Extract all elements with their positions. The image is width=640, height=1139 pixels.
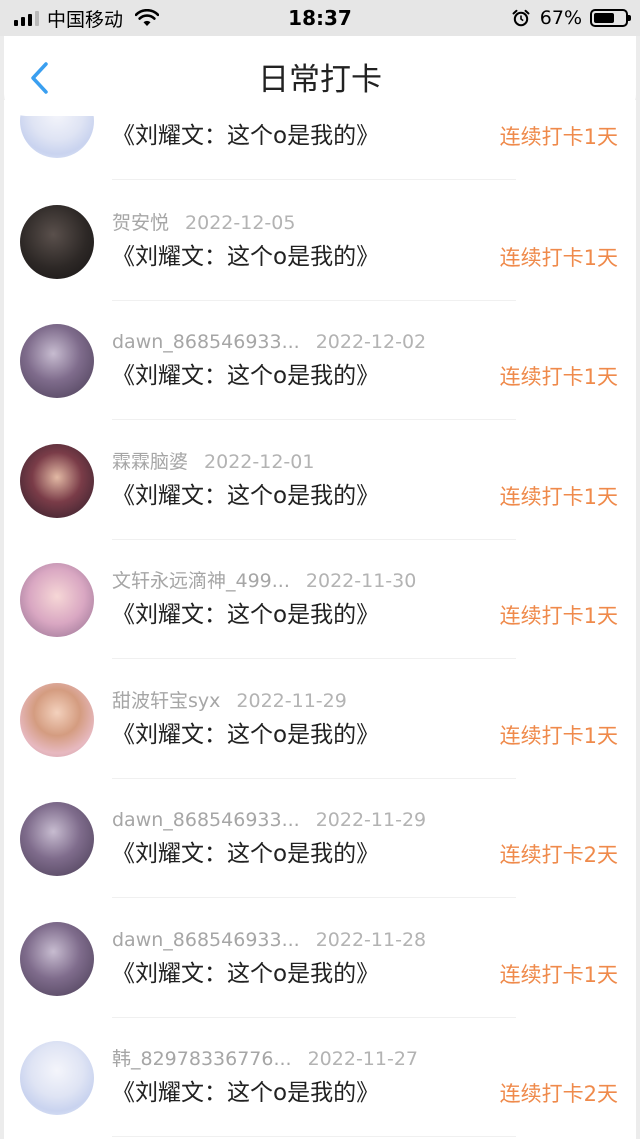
user-name[interactable]: dawn_868546933... [112,929,300,951]
checkin-row[interactable]: dawn_868546933... 2022-11-28 《刘耀文：这个o是我的》 连… [4,898,636,1018]
user-avatar[interactable] [20,683,94,757]
checkin-row[interactable]: 韩_82978336776... 2022-11-27 《刘耀文：这个o是我的》 连续… [4,1017,636,1137]
battery-level [594,13,614,23]
checkin-meta: 甜波轩宝syx 2022-11-29 [112,689,347,713]
work-title[interactable]: 《刘耀文：这个o是我的》 [112,241,379,273]
work-title[interactable]: 《刘耀文：这个o是我的》 [112,838,379,870]
checkin-date: 2022-11-30 [305,570,417,592]
user-name[interactable]: 文轩永远滴神_499... [112,570,290,592]
user-name[interactable]: 贺安悦 [112,212,169,234]
work-title[interactable]: 《刘耀文：这个o是我的》 [112,1077,379,1109]
checkin-row[interactable]: 甜波轩宝syx 2022-11-29 《刘耀文：这个o是我的》 连续打卡1天 [4,659,636,779]
row-divider [112,179,516,180]
user-name[interactable]: 甜波轩宝syx [112,690,220,712]
checkin-date: 2022-12-05 [185,212,296,234]
checkin-meta: dawn_868546933... 2022-11-28 [112,928,426,952]
work-title[interactable]: 《刘耀文：这个o是我的》 [112,958,379,990]
work-title[interactable]: 《刘耀文：这个o是我的》 [112,599,379,631]
user-avatar[interactable] [20,922,94,996]
work-title[interactable]: 《刘耀文：这个o是我的》 [112,120,379,152]
checkin-row[interactable]: dawn_868546933... 2022-12-02 《刘耀文：这个o是我的》 连… [4,300,636,420]
checkin-date: 2022-11-27 [307,1048,419,1070]
work-title[interactable]: 《刘耀文：这个o是我的》 [112,480,379,512]
streak-label: 连续打卡1天 [499,604,618,628]
nav-bar: 日常打卡 [4,36,636,116]
screen: 中国移动 18:37 67% 日常打卡 《刘耀文：这个o是我的》 连续打卡1天 … [0,0,640,1139]
streak-label: 连续打卡1天 [499,963,618,987]
checkin-meta: dawn_868546933... 2022-11-29 [112,808,426,832]
user-avatar[interactable] [20,802,94,876]
checkin-row[interactable]: dawn_868546933... 2022-11-29 《刘耀文：这个o是我的》 连… [4,778,636,898]
streak-label: 连续打卡2天 [499,1082,618,1106]
checkin-row[interactable]: 霖霖脑婆 2022-12-01 《刘耀文：这个o是我的》 连续打卡1天 [4,420,636,540]
user-avatar[interactable] [20,563,94,637]
page-title: 日常打卡 [258,62,382,98]
battery-percent: 67% [539,7,582,29]
status-bar: 中国移动 18:37 67% [0,0,640,36]
checkin-meta: 贺安悦 2022-12-05 [112,211,295,235]
user-avatar[interactable] [20,444,94,518]
streak-label: 连续打卡1天 [499,724,618,748]
checkin-date: 2022-12-01 [204,451,315,473]
checkin-date: 2022-12-02 [315,331,427,353]
checkin-list[interactable]: 《刘耀文：这个o是我的》 连续打卡1天 贺安悦 2022-12-05 《刘耀文：这个o是… [4,100,636,1139]
streak-label: 连续打卡2天 [499,843,618,867]
row-divider [112,1136,516,1137]
streak-label: 连续打卡1天 [499,485,618,509]
user-name[interactable]: dawn_868546933... [112,809,300,831]
user-name[interactable]: 霖霖脑婆 [112,451,188,473]
status-right: 67% [512,6,631,30]
streak-label: 连续打卡1天 [499,246,618,270]
streak-label: 连续打卡1天 [499,365,618,389]
checkin-date: 2022-11-29 [315,809,427,831]
checkin-date: 2022-11-28 [315,929,427,951]
checkin-row[interactable]: 文轩永远滴神_499... 2022-11-30 《刘耀文：这个o是我的》 连续打卡1… [4,539,636,659]
checkin-meta: 霖霖脑婆 2022-12-01 [112,450,314,474]
alarm-icon [512,9,530,27]
user-avatar[interactable] [20,1041,94,1115]
user-name[interactable]: dawn_868546933... [112,331,300,353]
checkin-meta: 韩_82978336776... 2022-11-27 [112,1047,418,1071]
battery-icon [590,9,631,27]
user-avatar[interactable] [20,324,94,398]
user-avatar[interactable] [20,205,94,279]
checkin-meta: 文轩永远滴神_499... 2022-11-30 [112,569,416,593]
work-title[interactable]: 《刘耀文：这个o是我的》 [112,719,379,751]
checkin-date: 2022-11-29 [236,690,347,712]
work-title[interactable]: 《刘耀文：这个o是我的》 [112,360,379,392]
checkin-row[interactable]: 贺安悦 2022-12-05 《刘耀文：这个o是我的》 连续打卡1天 [4,181,636,301]
checkin-meta: dawn_868546933... 2022-12-02 [112,330,426,354]
user-name[interactable]: 韩_82978336776... [112,1048,292,1070]
streak-label: 连续打卡1天 [499,125,618,149]
